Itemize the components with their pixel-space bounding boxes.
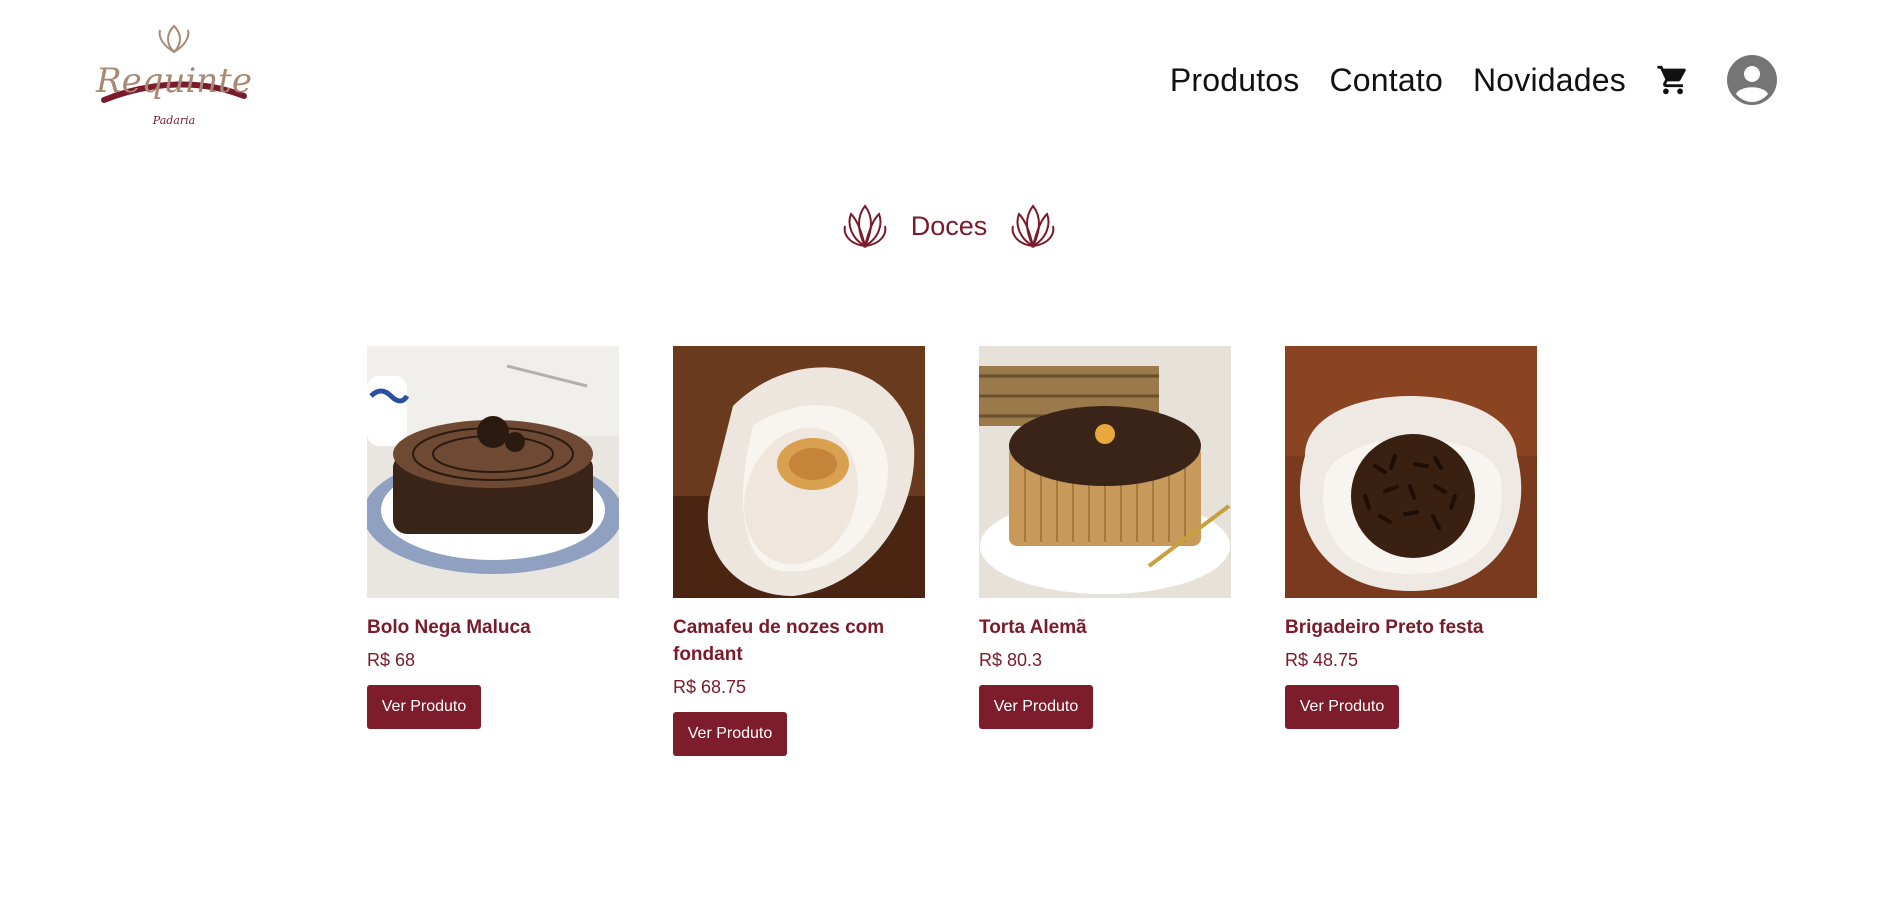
product-name[interactable]: Torta Alemã xyxy=(979,614,1231,641)
main-nav: Produtos Contato Novidades xyxy=(1170,54,1778,106)
product-image-bolo-nega-maluca[interactable] xyxy=(367,346,619,598)
nav-novidades[interactable]: Novidades xyxy=(1473,62,1626,99)
product-grid: Bolo Nega Maluca R$ 68 Ver Produto Camaf… xyxy=(367,346,1537,756)
product-name[interactable]: Bolo Nega Maluca xyxy=(367,614,619,641)
lotus-ornament-icon xyxy=(1011,204,1055,249)
product-image-torta-alema[interactable] xyxy=(979,346,1231,598)
svg-text:Requinte: Requinte xyxy=(95,61,252,101)
product-card: Torta Alemã R$ 80.3 Ver Produto xyxy=(979,346,1231,756)
product-price: R$ 48.75 xyxy=(1285,650,1359,670)
product-image-brigadeiro-preto[interactable] xyxy=(1285,346,1537,598)
logo-image: Requinte Padaria xyxy=(95,24,252,127)
user-avatar-icon[interactable] xyxy=(1726,54,1778,106)
nav-contato[interactable]: Contato xyxy=(1330,62,1443,99)
section-heading: Doces xyxy=(0,200,1898,252)
product-card: Brigadeiro Preto festa R$ 48.75 Ver Prod… xyxy=(1285,346,1537,756)
product-image-camafeu-de-nozes[interactable] xyxy=(673,346,925,598)
view-product-button[interactable]: Ver Produto xyxy=(1285,685,1399,729)
view-product-button[interactable]: Ver Produto xyxy=(979,685,1093,729)
product-price: R$ 68 xyxy=(367,650,416,670)
product-name[interactable]: Camafeu de nozes com fondant xyxy=(673,614,925,668)
nav-produtos[interactable]: Produtos xyxy=(1170,62,1300,99)
product-card: Bolo Nega Maluca R$ 68 Ver Produto xyxy=(367,346,619,756)
view-product-button[interactable]: Ver Produto xyxy=(673,712,787,756)
lotus-ornament-icon xyxy=(843,204,887,249)
product-name[interactable]: Brigadeiro Preto festa xyxy=(1285,614,1537,641)
brand-logo[interactable]: Requinte Padaria xyxy=(94,22,254,134)
shopping-cart-icon[interactable] xyxy=(1656,63,1690,97)
site-header: Requinte Padaria Produtos Contato Novida… xyxy=(0,0,1898,150)
product-price: R$ 68.75 xyxy=(673,677,747,697)
view-product-button[interactable]: Ver Produto xyxy=(367,685,481,729)
product-card: Camafeu de nozes com fondant R$ 68.75 Ve… xyxy=(673,346,925,756)
svg-text:Padaria: Padaria xyxy=(152,114,195,127)
section-title: Doces xyxy=(910,210,988,241)
product-price: R$ 80.3 xyxy=(979,650,1043,670)
